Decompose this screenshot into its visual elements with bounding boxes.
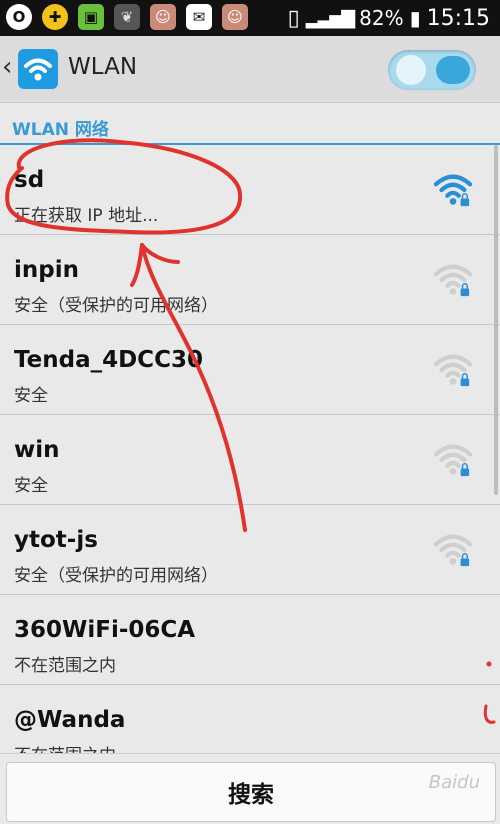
search-button[interactable]: 搜索 [6, 762, 496, 822]
bottom-bar: 搜索 [0, 753, 500, 824]
watermark: Baidu [428, 772, 480, 793]
red-annotation [5, 138, 496, 724]
